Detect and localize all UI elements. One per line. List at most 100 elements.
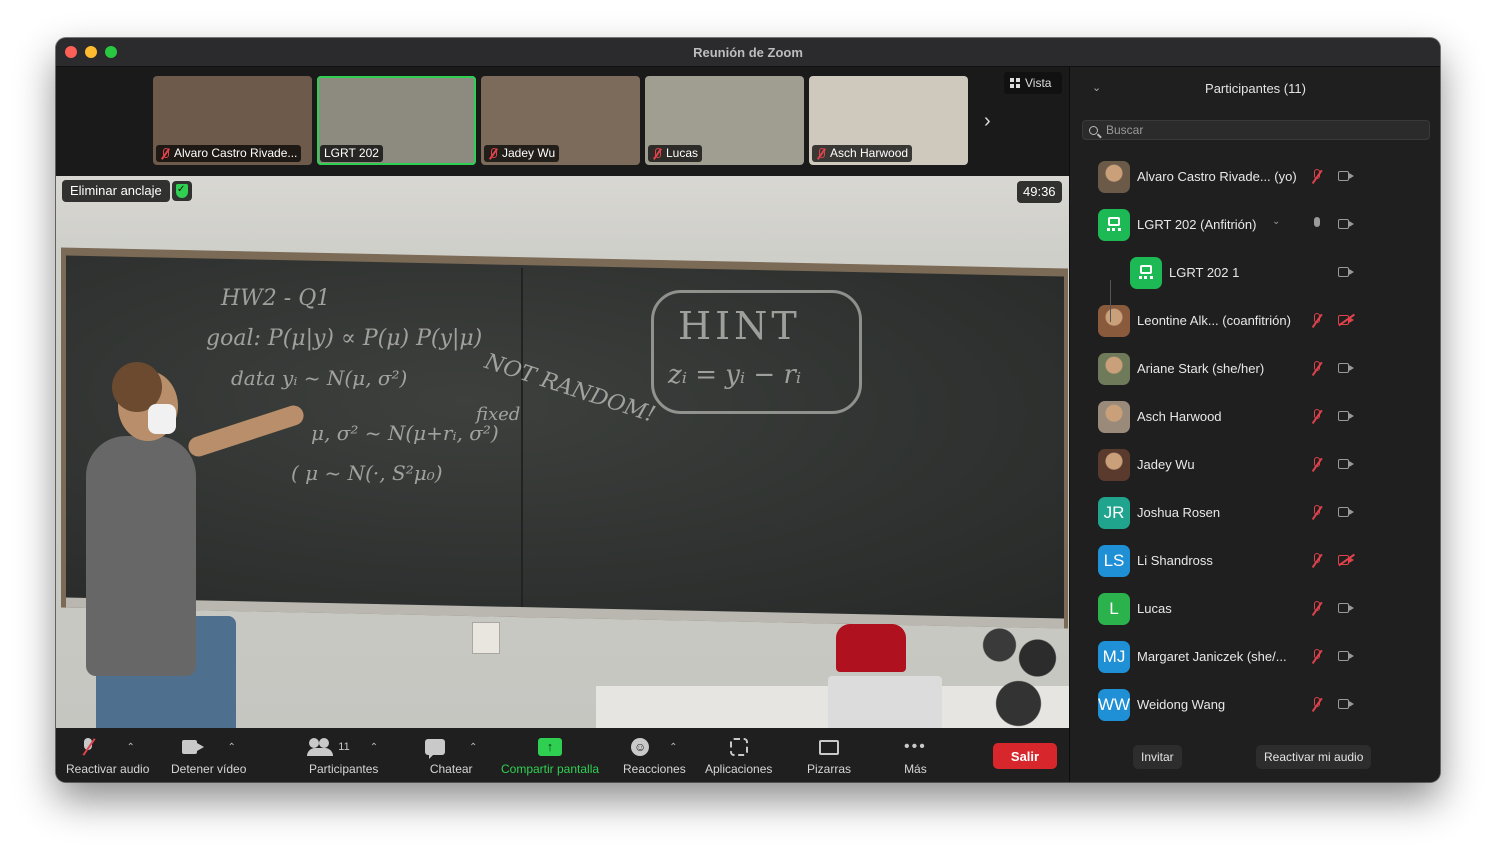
more-icon: ••• [904, 738, 927, 755]
participants-panel: ⌄ Participantes (11) Alvaro Castro Rivad… [1069, 67, 1440, 782]
participant-name: Alvaro Castro Rivade... (yo) [1137, 169, 1297, 184]
share-screen-icon: ↑ [538, 738, 563, 756]
chevron-right-icon[interactable]: › [984, 111, 991, 131]
camera-icon[interactable] [1338, 603, 1355, 614]
stop-video-button[interactable]: ⌃ Detener vídeo [171, 736, 246, 778]
thumbnail-name: LGRT 202 [324, 146, 379, 160]
mic-muted-icon [652, 147, 662, 160]
avatar: JR [1098, 497, 1130, 529]
camera-off-icon[interactable] [1338, 553, 1355, 566]
mic-muted-icon[interactable] [1310, 648, 1324, 666]
reactions-button[interactable]: ☺ ⌃ Reacciones [623, 736, 686, 778]
participants-count: 11 [338, 741, 350, 753]
participant-row[interactable]: LGRT 202 (Anfitrión) ⌄ [1070, 201, 1440, 249]
search-icon [1089, 125, 1098, 135]
share-screen-button[interactable]: ↑ Compartir pantalla [501, 736, 599, 778]
panel-footer: Invitar Reactivar mi audio [1070, 737, 1440, 782]
chat-icon [425, 739, 445, 759]
camera-icon[interactable] [1338, 267, 1355, 278]
chevron-down-icon[interactable]: ⌄ [1272, 216, 1280, 227]
unmute-me-button[interactable]: Reactivar mi audio [1256, 745, 1372, 769]
participant-name: Li Shandross [1137, 553, 1213, 568]
mic-muted-icon [160, 147, 170, 160]
camera-icon[interactable] [1338, 411, 1355, 422]
leave-button[interactable]: Salir [993, 743, 1057, 769]
mic-muted-icon [816, 147, 826, 160]
participant-name: Asch Harwood [1137, 409, 1222, 424]
avatar [1098, 161, 1130, 193]
apps-button[interactable]: Aplicaciones [705, 736, 772, 778]
participant-row[interactable]: L Lucas [1070, 585, 1440, 633]
camera-icon[interactable] [1338, 651, 1355, 662]
avatar: MJ [1098, 641, 1130, 673]
mic-muted-icon[interactable] [1310, 312, 1324, 330]
camera-icon[interactable] [1338, 699, 1355, 710]
participant-row[interactable]: LS Li Shandross [1070, 537, 1440, 585]
more-button[interactable]: ••• Más [904, 736, 927, 778]
avatar [1098, 305, 1130, 337]
view-button[interactable]: Vista [1004, 72, 1062, 94]
mic-muted-icon[interactable] [1310, 168, 1324, 186]
meeting-timer: 49:36 [1017, 181, 1062, 203]
video-thumbnail-strip: Alvaro Castro Rivade... LGRT 202 Jadey W… [56, 67, 1069, 176]
participant-name: Weidong Wang [1137, 697, 1226, 712]
chevron-up-icon[interactable]: ⌃ [669, 742, 677, 753]
mic-muted-icon[interactable] [1310, 696, 1324, 714]
video-thumbnail[interactable]: Alvaro Castro Rivade... [153, 76, 312, 165]
camera-icon[interactable] [1338, 171, 1355, 182]
meeting-stage: Alvaro Castro Rivade... LGRT 202 Jadey W… [56, 67, 1069, 782]
video-thumbnail[interactable]: Jadey Wu [481, 76, 640, 165]
invite-button[interactable]: Invitar [1133, 745, 1182, 769]
participant-row[interactable]: Asch Harwood [1070, 393, 1440, 441]
participant-row[interactable]: Alvaro Castro Rivade... (yo) [1070, 153, 1440, 201]
search-input[interactable] [1104, 122, 1408, 138]
mic-muted-icon[interactable] [1310, 504, 1324, 522]
mic-icon[interactable] [1310, 216, 1324, 234]
mic-muted-icon[interactable] [1310, 600, 1324, 618]
camera-off-icon[interactable] [1338, 313, 1355, 326]
participants-icon [307, 738, 334, 756]
participants-button[interactable]: 11 ⌃ Participantes [307, 736, 378, 778]
camera-icon[interactable] [1338, 507, 1355, 518]
shield-icon[interactable] [172, 181, 192, 201]
video-thumbnail[interactable]: Lucas [645, 76, 804, 165]
video-thumbnail[interactable]: LGRT 202 [317, 76, 476, 165]
chevron-up-icon[interactable]: ⌃ [370, 742, 378, 753]
participant-row[interactable]: Ariane Stark (she/her) [1070, 345, 1440, 393]
smiley-icon: ☺ [631, 738, 650, 756]
meeting-toolbar: ⌃ Reactivar audio ⌃ Detener vídeo 11 ⌃ Pa… [56, 728, 1069, 782]
search-box[interactable] [1082, 120, 1430, 140]
mic-muted-icon[interactable] [1310, 552, 1324, 570]
thumbnail-name: Asch Harwood [830, 146, 909, 160]
unmute-button[interactable]: ⌃ Reactivar audio [66, 736, 149, 778]
camera-icon [181, 740, 204, 754]
participant-name: Leontine Alk... (coanfitrión) [1137, 313, 1291, 328]
unpin-button[interactable]: Eliminar anclaje [62, 180, 170, 202]
participant-name: LGRT 202 1 [1169, 265, 1240, 280]
participant-name: Margaret Janiczek (she/... [1137, 649, 1287, 664]
participant-row[interactable]: MJ Margaret Janiczek (she/... [1070, 633, 1440, 681]
mic-muted-icon[interactable] [1310, 408, 1324, 426]
participant-row[interactable]: Leontine Alk... (coanfitrión) [1070, 297, 1440, 345]
thumbnail-name: Alvaro Castro Rivade... [174, 146, 298, 160]
chevron-up-icon[interactable]: ⌃ [127, 742, 135, 753]
room-icon [1098, 209, 1130, 241]
chevron-up-icon[interactable]: ⌃ [469, 742, 477, 753]
participant-row[interactable]: WW Weidong Wang [1070, 681, 1440, 729]
camera-icon[interactable] [1338, 459, 1355, 470]
participant-name: LGRT 202 (Anfitrión) [1137, 217, 1257, 232]
video-thumbnail[interactable]: Asch Harwood [809, 76, 968, 165]
camera-icon[interactable] [1338, 219, 1355, 230]
whiteboards-button[interactable]: Pizarras [807, 736, 851, 778]
chevron-up-icon[interactable]: ⌃ [228, 742, 236, 753]
avatar [1098, 449, 1130, 481]
participant-row[interactable]: LGRT 202 1 [1070, 249, 1440, 297]
mic-muted-icon [81, 738, 95, 756]
pinned-video[interactable]: HW2 - Q1 goal: P(μ|y) ∝ P(μ) P(y|μ) data… [56, 176, 1069, 728]
chat-button[interactable]: ⌃ Chatear [425, 736, 477, 778]
participant-row[interactable]: Jadey Wu [1070, 441, 1440, 489]
participant-row[interactable]: JR Joshua Rosen [1070, 489, 1440, 537]
mic-muted-icon[interactable] [1310, 360, 1324, 378]
mic-muted-icon[interactable] [1310, 456, 1324, 474]
camera-icon[interactable] [1338, 363, 1355, 374]
